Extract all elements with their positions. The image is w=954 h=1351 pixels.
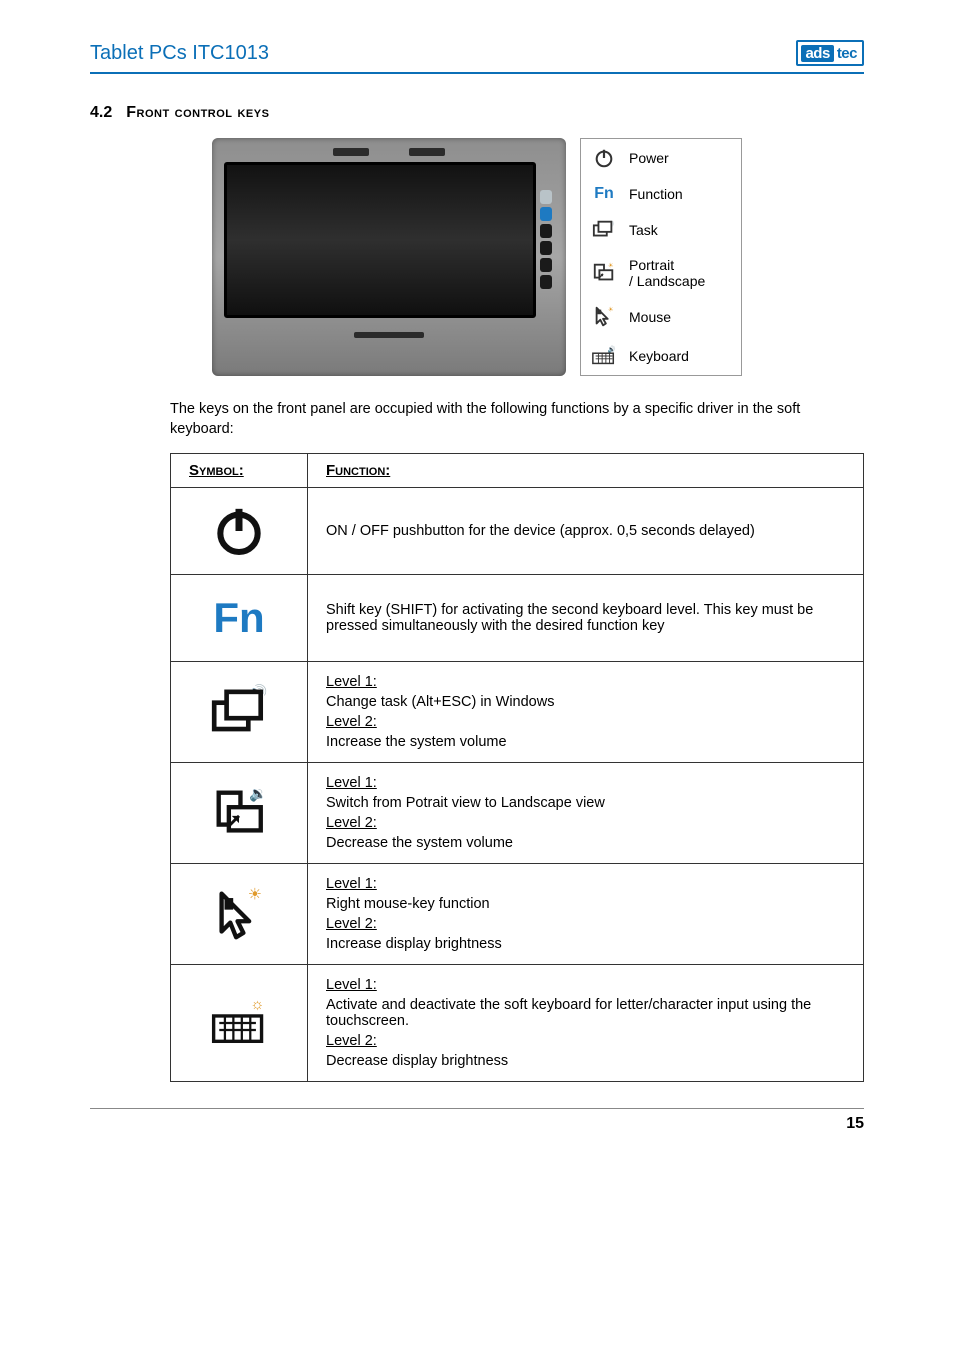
mouse-icon: ☀ — [189, 879, 289, 949]
legend-label: Mouse — [629, 309, 671, 325]
func-cell: ON / OFF pushbutton for the device (appr… — [308, 488, 864, 575]
legend-function: Fn Function — [581, 177, 741, 211]
table-row: ☀ Level 1: Right mouse-key function Leve… — [171, 864, 864, 965]
legend-mouse: ☀ Mouse — [581, 297, 741, 337]
table-row: 🔊 Level 1: Change task (Alt+ESC) in Wind… — [171, 662, 864, 763]
table-row: Fn Shift key (SHIFT) for activating the … — [171, 575, 864, 662]
legend-label: Portrait / Landscape — [629, 257, 705, 289]
section-number: 4.2 — [90, 104, 112, 122]
mouse-icon: ☀ — [591, 305, 617, 329]
legend-box: Power Fn Function 🔊 Task ☀ Portrait / La… — [580, 138, 742, 376]
fn-icon: Fn — [591, 185, 617, 203]
logo-part-a: ads — [801, 45, 833, 62]
legend-label: Power — [629, 150, 669, 166]
page-number: 15 — [90, 1108, 864, 1133]
header-rule — [90, 72, 864, 74]
rotate-icon: ☀ — [591, 261, 617, 285]
legend-power: Power — [581, 139, 741, 177]
symbol-function-table: Symbol: Function: ON / OFF pushbutton fo… — [170, 453, 864, 1082]
table-row: ☼ Level 1: Activate and deactivate the s… — [171, 965, 864, 1082]
svg-text:🔊: 🔊 — [608, 345, 616, 353]
tablet-screen — [224, 162, 536, 318]
legend-label: Keyboard — [629, 348, 689, 364]
task-icon: 🔊 — [189, 677, 289, 747]
power-icon — [189, 496, 289, 566]
rotate-icon: 🔉 — [189, 778, 289, 848]
task-icon: 🔊 — [591, 219, 617, 241]
svg-text:🔉: 🔉 — [249, 787, 267, 803]
legend-label: Task — [629, 222, 658, 238]
tablet-mock — [212, 138, 566, 376]
col-head-symbol: Symbol: — [171, 454, 308, 488]
func-cell: Level 1: Activate and deactivate the sof… — [308, 965, 864, 1082]
legend-label: Function — [629, 186, 683, 202]
svg-text:☀: ☀ — [248, 887, 262, 904]
brand-logo: ads tec — [796, 40, 864, 66]
func-cell: Shift key (SHIFT) for activating the sec… — [308, 575, 864, 662]
power-icon — [591, 147, 617, 169]
page-header: Tablet PCs ITC1013 ads tec — [90, 40, 864, 70]
svg-text:☼: ☼ — [250, 996, 264, 1013]
legend-keyboard: 🔊 Keyboard — [581, 337, 741, 375]
col-head-function: Function: — [308, 454, 864, 488]
tablet-side-keys — [540, 162, 554, 318]
svg-text:☀: ☀ — [608, 306, 614, 313]
logo-part-b: tec — [834, 45, 859, 62]
figure-row: Power Fn Function 🔊 Task ☀ Portrait / La… — [90, 138, 864, 376]
header-title: Tablet PCs ITC1013 — [90, 42, 269, 65]
table-row: ON / OFF pushbutton for the device (appr… — [171, 488, 864, 575]
func-cell: Level 1: Change task (Alt+ESC) in Window… — [308, 662, 864, 763]
svg-text:☀: ☀ — [608, 262, 614, 269]
fn-icon: Fn — [189, 583, 289, 653]
table-row: 🔉 Level 1: Switch from Potrait view to L… — [171, 763, 864, 864]
keyboard-icon: ☼ — [189, 988, 289, 1058]
section-heading: 4.2 Front control keys — [90, 104, 864, 122]
legend-task: 🔊 Task — [581, 211, 741, 249]
keyboard-icon: 🔊 — [591, 345, 617, 367]
func-cell: Level 1: Right mouse-key function Level … — [308, 864, 864, 965]
intro-text: The keys on the front panel are occupied… — [170, 400, 864, 439]
section-title: Front control keys — [126, 104, 269, 122]
legend-rotate: ☀ Portrait / Landscape — [581, 249, 741, 297]
func-cell: Level 1: Switch from Potrait view to Lan… — [308, 763, 864, 864]
